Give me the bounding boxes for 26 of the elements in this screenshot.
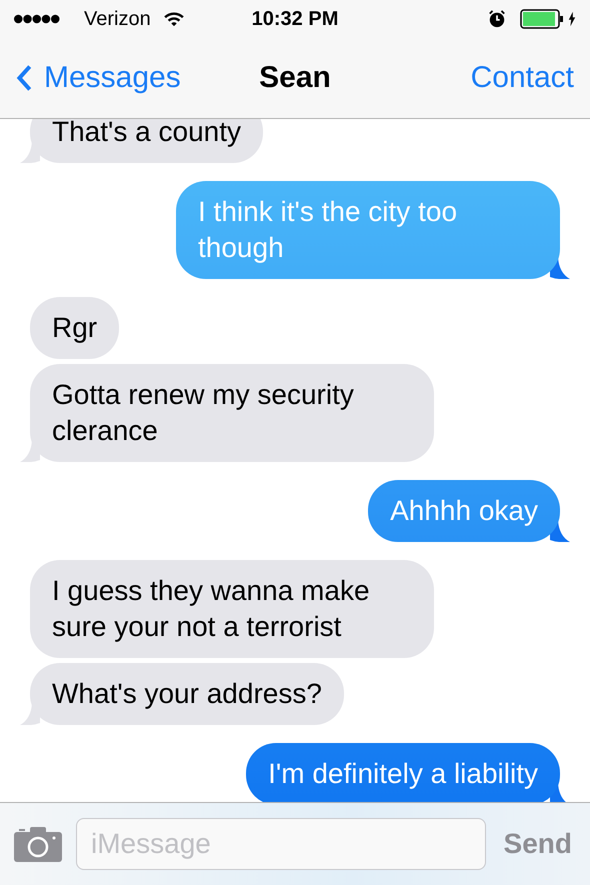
- sent-message: I think it's the city too though: [176, 181, 560, 279]
- chevron-left-icon: [16, 64, 32, 92]
- camera-icon[interactable]: [14, 826, 62, 862]
- received-message: I guess they wanna make sure your not a terrorist: [30, 560, 434, 658]
- alarm-icon: [488, 10, 506, 28]
- back-label[interactable]: Messages: [44, 61, 181, 95]
- back-link[interactable]: Messages: [16, 61, 181, 95]
- carrier-name: Verizon: [84, 8, 151, 30]
- charging-icon: [568, 11, 576, 27]
- conversation-title: Sean: [259, 61, 331, 95]
- wifi-icon: [162, 11, 185, 27]
- sent-message: I'm definitely a liability: [246, 743, 560, 802]
- send-button[interactable]: Send: [500, 828, 576, 860]
- bubble-tail-icon: [20, 141, 40, 163]
- clock-time: 10:32 PM: [252, 8, 338, 30]
- contact-link[interactable]: Contact: [470, 61, 574, 95]
- bubble-tail-icon: [550, 257, 570, 279]
- sent-message: Ahhhh okay: [368, 480, 560, 542]
- received-message: What's your address?: [30, 663, 344, 725]
- bubble-tail-icon: [550, 520, 570, 542]
- bubble-tail-icon: [20, 703, 40, 725]
- bubble-tail-icon: [20, 440, 40, 462]
- received-message: Rgr: [30, 297, 120, 359]
- message-input[interactable]: iMessage: [76, 818, 486, 870]
- battery-icon: [520, 9, 564, 29]
- received-message: Gotta renew my security clerance: [30, 364, 434, 462]
